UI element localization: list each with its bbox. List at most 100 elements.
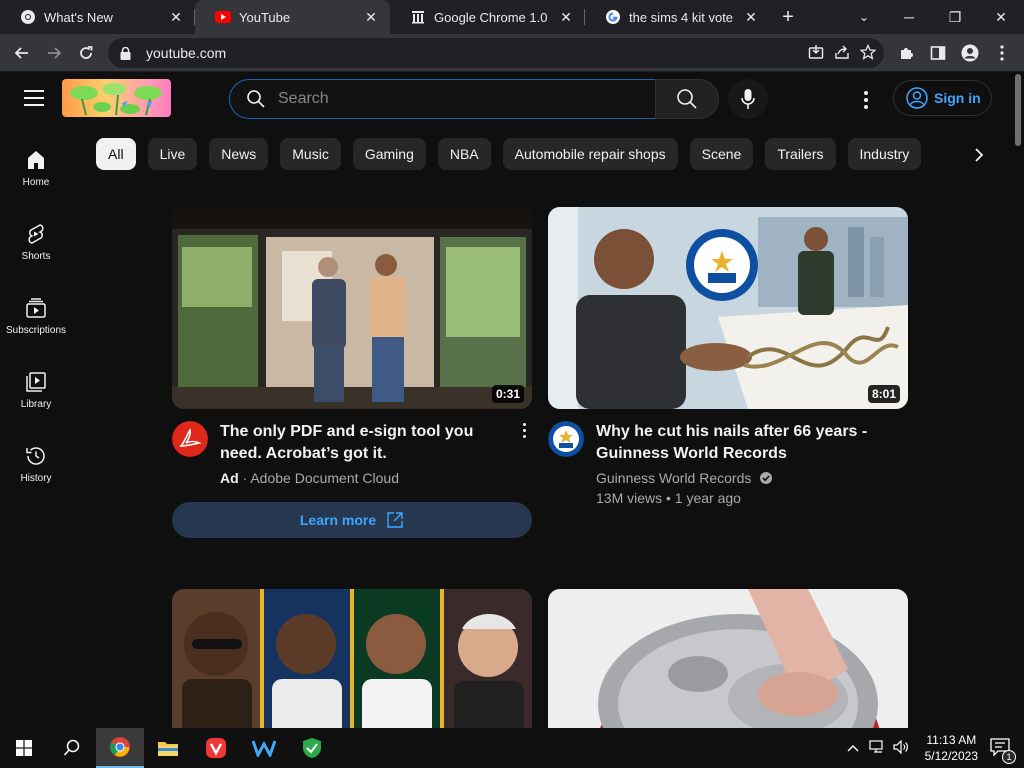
close-window-button[interactable]: ✕ (978, 0, 1024, 34)
taskbar-vivaldi-button[interactable] (192, 728, 240, 768)
chevron-up-icon[interactable] (847, 741, 859, 755)
vivaldi-icon (206, 738, 226, 758)
chip-automobile-repair-shops[interactable]: Automobile repair shops (502, 138, 678, 170)
volume-icon[interactable] (893, 739, 909, 757)
chip-gaming[interactable]: Gaming (352, 138, 426, 170)
voice-search-button[interactable] (728, 79, 768, 119)
sign-in-label: Sign in (934, 90, 981, 106)
chip-scene[interactable]: Scene (689, 138, 754, 170)
youtube-icon (215, 9, 231, 25)
taskbar-chrome-button[interactable] (96, 728, 144, 768)
video-title[interactable]: The only PDF and e-sign tool you need. A… (220, 421, 510, 465)
tab-google-chrome[interactable]: Google Chrome 1.0 : G ✕ (390, 0, 585, 34)
notification-center-icon[interactable]: 1 (990, 737, 1016, 764)
sign-in-button[interactable]: Sign in (893, 80, 992, 116)
window-controls: ─ ❐ ✕ (886, 0, 1024, 34)
chip-music[interactable]: Music (280, 138, 341, 170)
install-app-icon[interactable] (808, 44, 824, 63)
page-scrollbar[interactable] (1012, 72, 1024, 728)
guide-item-label: Library (20, 399, 52, 410)
url-text: youtube.com (146, 45, 227, 61)
lock-icon[interactable] (120, 46, 134, 60)
taskbar-search-button[interactable] (48, 728, 96, 768)
external-link-icon (387, 512, 403, 528)
guide-menu-button[interactable] (24, 90, 44, 106)
clock-date: 5/12/2023 (924, 749, 978, 763)
search-icon (677, 89, 697, 109)
video-thumbnail[interactable]: 8:01 (548, 207, 908, 409)
guide-item-label: Shorts (21, 251, 51, 262)
chip-all[interactable]: All (96, 138, 136, 170)
browser-toolbar: youtube.com (0, 34, 1024, 72)
chevron-right-icon (975, 148, 984, 162)
taskbar-app-w-button[interactable] (240, 728, 288, 768)
channel-avatar[interactable] (548, 421, 584, 457)
taskbar-shield-app-button[interactable] (288, 728, 336, 768)
guide-item-home[interactable]: Home (0, 128, 72, 202)
close-tab-icon[interactable]: ✕ (742, 9, 760, 26)
network-icon[interactable] (869, 739, 885, 757)
system-clock[interactable]: 11:13 AM 5/12/2023 (925, 732, 978, 764)
chip-live[interactable]: Live (147, 138, 198, 170)
tab-label: Google Chrome 1.0 : G (434, 9, 551, 25)
search-input[interactable] (278, 90, 618, 108)
windows-logo-icon (16, 740, 32, 756)
side-panel-icon[interactable] (922, 37, 954, 69)
address-bar[interactable]: youtube.com (108, 38, 884, 68)
guide-item-subscriptions[interactable]: Subscriptions (0, 276, 72, 350)
restore-button[interactable]: ❐ (932, 0, 978, 34)
bookmark-star-icon[interactable] (859, 43, 877, 63)
folder-icon (158, 742, 178, 756)
chip-nba[interactable]: NBA (437, 138, 491, 170)
close-tab-icon[interactable]: ✕ (167, 9, 185, 26)
notification-count-badge: 1 (1002, 749, 1016, 764)
back-button[interactable] (6, 37, 38, 69)
minimize-button[interactable]: ─ (886, 0, 932, 34)
new-tab-button[interactable]: + (770, 0, 806, 34)
forward-button[interactable] (38, 37, 70, 69)
channel-name[interactable]: Adobe Document Cloud (250, 470, 399, 486)
google-icon (605, 9, 621, 25)
microphone-icon (741, 89, 755, 109)
tab-search-chevron-icon[interactable]: ⌄ (850, 0, 878, 34)
reload-button[interactable] (70, 37, 102, 69)
guide-item-shorts[interactable]: Shorts (0, 202, 72, 276)
video-duration: 0:31 (491, 385, 524, 403)
video-thumbnail[interactable] (172, 589, 532, 728)
video-thumbnail[interactable]: 0:31 (172, 207, 532, 409)
search-icon (63, 739, 80, 756)
windows-start-button[interactable] (0, 728, 48, 768)
chrome-icon (20, 9, 36, 25)
video-thumbnail[interactable] (548, 589, 908, 728)
channel-avatar[interactable] (172, 421, 208, 457)
search-button[interactable] (655, 79, 719, 119)
chip-news[interactable]: News (209, 138, 269, 170)
tab-youtube[interactable]: YouTube ✕ (195, 0, 390, 34)
learn-more-label: Learn more (299, 512, 377, 528)
tab-label: the sims 4 kit vote - Go (629, 9, 736, 25)
chip-industry[interactable]: Industry (847, 138, 922, 170)
system-tray: 11:13 AM 5/12/2023 1 (847, 728, 1024, 768)
share-icon[interactable] (834, 44, 850, 63)
youtube-doodle-logo[interactable] (62, 79, 171, 117)
windows-taskbar: 11:13 AM 5/12/2023 1 (0, 728, 1024, 768)
learn-more-button[interactable]: Learn more (172, 502, 532, 538)
close-tab-icon[interactable]: ✕ (362, 9, 380, 26)
taskbar-file-explorer-button[interactable] (144, 728, 192, 768)
search-box[interactable] (229, 79, 656, 119)
chrome-menu-icon[interactable] (986, 37, 1018, 69)
video-menu-button[interactable] (516, 423, 532, 443)
guide-item-history[interactable]: History (0, 424, 72, 498)
tab-whats-new[interactable]: What's New ✕ (0, 0, 195, 34)
close-tab-icon[interactable]: ✕ (557, 9, 575, 26)
chip-trailers[interactable]: Trailers (765, 138, 836, 170)
chip-scroll-next-button[interactable] (966, 142, 992, 168)
video-title[interactable]: Why he cut his nails after 66 years - Gu… (596, 421, 886, 465)
channel-name[interactable]: Guinness World Records (596, 470, 751, 486)
scrollbar-thumb[interactable] (1015, 74, 1021, 146)
profile-icon[interactable] (954, 37, 986, 69)
extensions-puzzle-icon[interactable] (890, 37, 922, 69)
settings-menu-button[interactable] (856, 88, 876, 112)
tab-sims-vote[interactable]: the sims 4 kit vote - Go ✕ (585, 0, 770, 34)
guide-item-library[interactable]: Library (0, 350, 72, 424)
